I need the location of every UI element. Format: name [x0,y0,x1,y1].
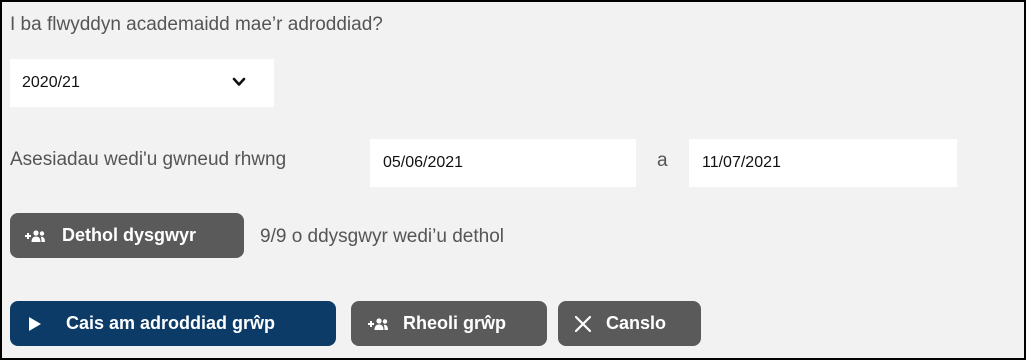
learners-selected-status: 9/9 o ddysgwyr wedi’u dethol [260,226,504,247]
select-learners-label: Dethol dysgwyr [62,225,197,245]
date-range-and-label: a [657,150,668,171]
request-group-report-button[interactable]: Cais am adroddiad grŵp [10,301,336,346]
date-range-label: Asesiadau wedi'u gwneud rhwng [10,149,287,170]
end-date-value: 11/07/2021 [702,154,781,171]
manage-group-label: Rheoli grŵp [403,313,506,333]
year-question-label: I ba flwyddyn academaidd mae’r adroddiad… [10,14,383,35]
start-date-value: 05/06/2021 [383,154,464,171]
close-icon [574,315,592,333]
end-date-field[interactable]: 11/07/2021 [689,139,957,187]
report-form-panel: I ba flwyddyn academaidd mae’r adroddiad… [0,0,1026,360]
play-icon [28,316,42,332]
chevron-down-icon [232,77,246,86]
cancel-button[interactable]: Canslo [558,301,701,346]
select-learners-button[interactable]: Dethol dysgwyr [10,213,244,258]
start-date-field[interactable]: 05/06/2021 [370,139,636,187]
request-group-report-label: Cais am adroddiad grŵp [66,313,276,333]
add-users-icon [367,317,389,331]
manage-group-button[interactable]: Rheoli grŵp [351,301,547,346]
academic-year-select[interactable]: 2020/21 [10,59,274,107]
academic-year-value: 2020/21 [22,74,80,91]
cancel-label: Canslo [606,313,667,333]
add-users-icon [24,229,46,243]
